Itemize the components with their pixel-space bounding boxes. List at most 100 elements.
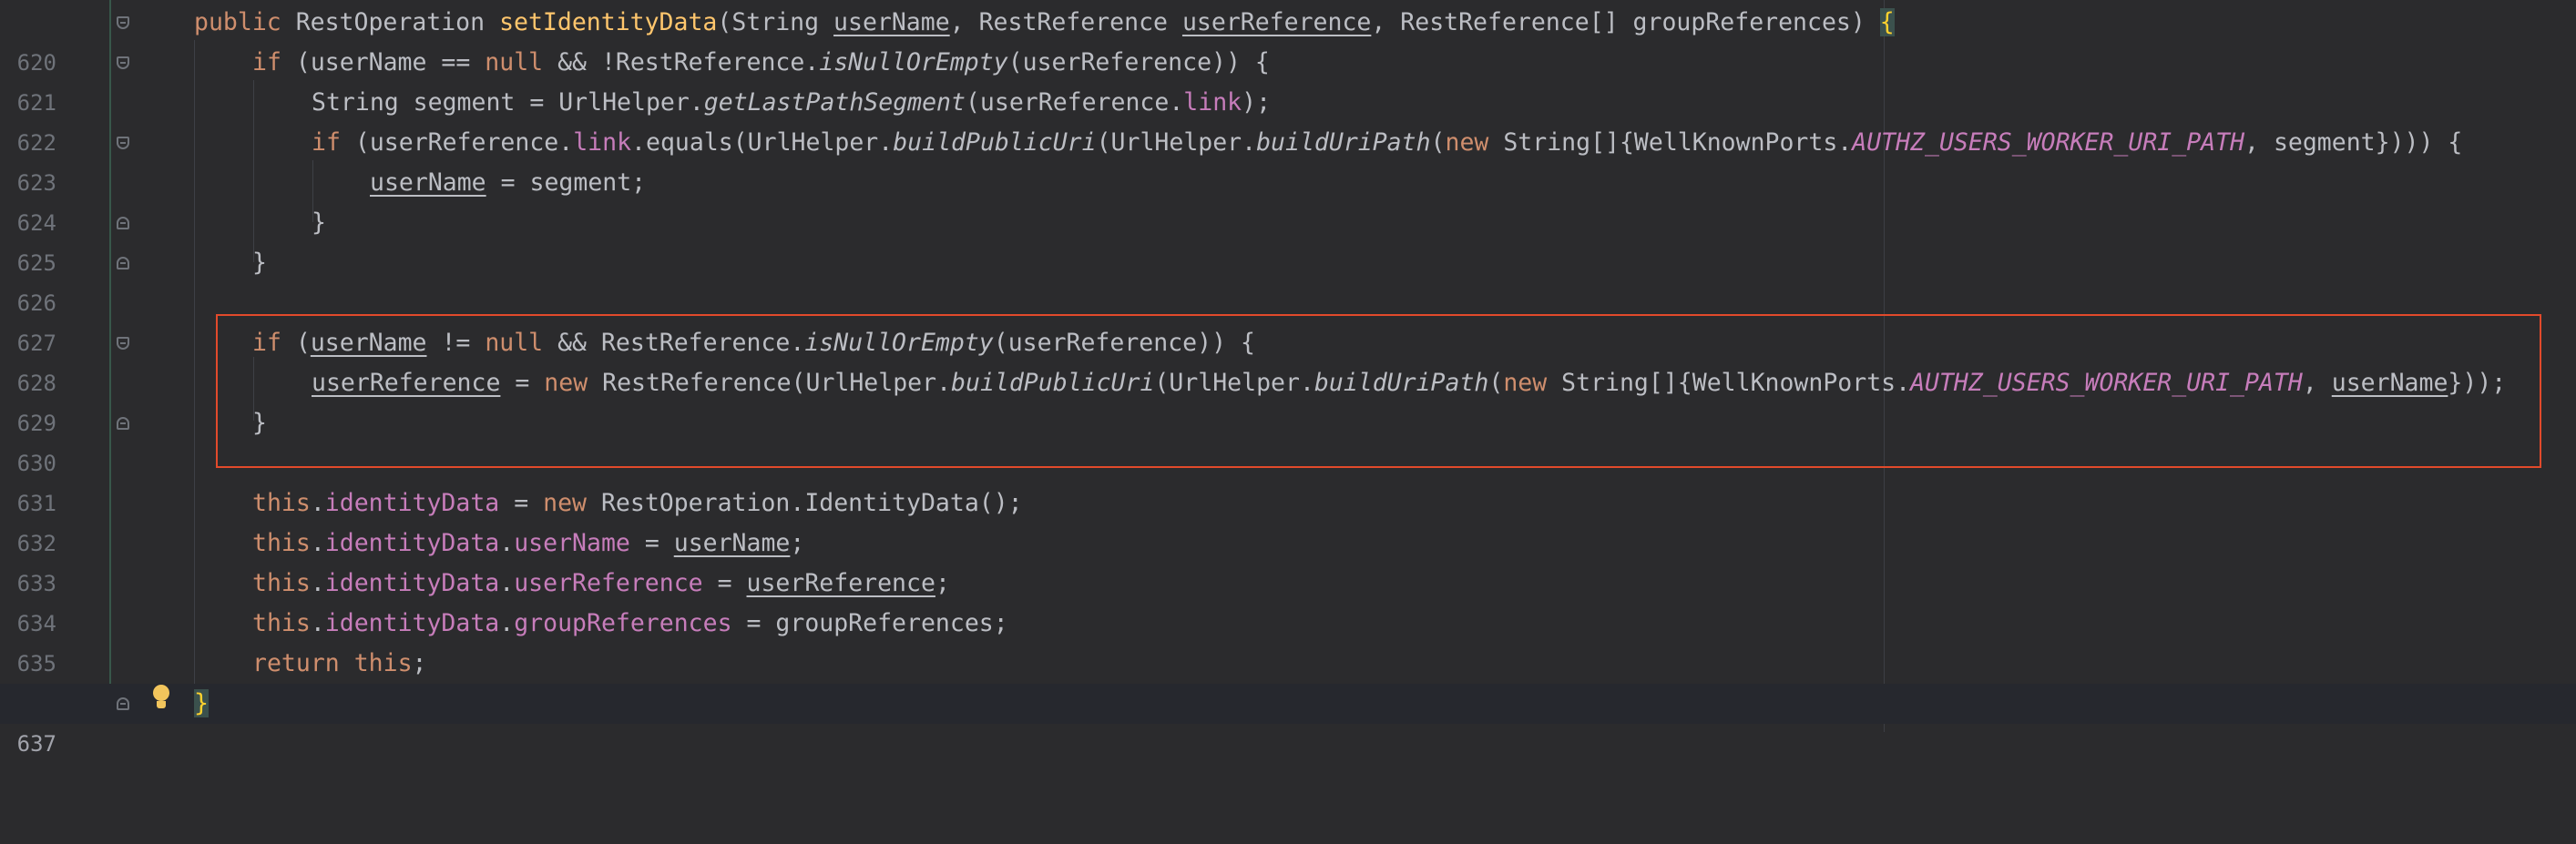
method-declaration[interactable]: setIdentityData [499,8,717,36]
code-token: RestOperation.IdentityData(); [587,489,1023,517]
code-line-624[interactable]: 624 userName = segment; [0,163,2576,236]
code-line-620[interactable]: 620 public RestOperation setIdentityData… [0,3,2576,76]
keyword: new [1503,369,1548,397]
keyword: if [312,128,341,157]
matched-brace: } [194,689,209,717]
fold-marker-icon[interactable] [117,137,129,149]
code-text[interactable]: } [252,243,267,283]
code-token: } [312,208,326,237]
static-method[interactable]: buildPublicUri [893,128,1096,157]
line-number[interactable]: 637 [0,724,56,764]
code-line-634[interactable]: 634 this.identityData.userReference = us… [0,564,2576,636]
keyword: null [485,48,544,76]
keyword: public [194,8,281,36]
code-line-622[interactable]: 622 String segment = UrlHelper.getLastPa… [0,83,2576,156]
fold-marker-icon[interactable] [117,697,129,710]
field[interactable]: link [573,128,631,157]
code-text[interactable]: } [252,403,267,443]
constant[interactable]: AUTHZ_USERS_WORKER_URI_PATH [1910,369,2303,397]
code-token: . [310,609,325,637]
field[interactable]: identityData [325,529,499,557]
code-line-633[interactable]: 633 this.identityData.userName = userNam… [0,524,2576,596]
static-method[interactable]: buildPublicUri [951,369,1154,397]
static-method[interactable]: getLastPathSegment [704,88,966,117]
fold-marker-icon[interactable] [117,417,129,430]
code-text[interactable]: userReference = new RestReference(UrlHel… [312,363,2506,403]
keyword: if [252,329,281,357]
code-text[interactable]: if (userReference.link.equals(UrlHelper.… [312,123,2462,163]
code-line-637[interactable]: 637 } [0,684,2576,757]
field[interactable]: userReference [514,569,702,597]
code-token: = groupReferences; [731,609,1008,637]
code-line-630[interactable]: 630 } [0,403,2576,476]
field[interactable]: identityData [325,609,499,637]
code-text[interactable]: this.identityData.userName = userName; [252,524,804,564]
code-text[interactable]: this.identityData = new RestOperation.Id… [252,483,1023,524]
lightbulb-glass [153,685,169,701]
fold-marker-icon[interactable] [117,337,129,350]
code-text[interactable]: this.identityData.groupReferences = grou… [252,604,1008,644]
code-text[interactable]: } [312,203,326,243]
field[interactable]: identityData [325,569,499,597]
keyword: this [252,569,311,597]
code-token: (userReference. [340,128,574,157]
code-token: (userReference)) { [1007,48,1270,76]
variable[interactable]: userName [674,529,791,557]
constant[interactable]: AUTHZ_USERS_WORKER_URI_PATH [1852,128,2244,157]
lightbulb-icon[interactable] [151,685,171,710]
code-token: (UrlHelper. [1154,369,1314,397]
variable[interactable]: userName [370,168,486,197]
code-token: (String [717,8,834,36]
parameter[interactable]: userReference [1182,8,1371,36]
code-line-628[interactable]: 628 if (userName != null && RestReferenc… [0,323,2576,396]
code-line-632[interactable]: 632 this.identityData = new RestOperatio… [0,483,2576,556]
code-text[interactable]: if (userName != null && RestReference.is… [252,323,1255,363]
code-token: ; [790,529,805,557]
variable[interactable]: userName [311,329,427,357]
code-line-629[interactable]: 629 userReference = new RestReference(Ur… [0,363,2576,436]
code-line-625[interactable]: 625 } [0,203,2576,276]
code-token: RestOperation [281,8,500,36]
code-text[interactable]: String segment = UrlHelper.getLastPathSe… [312,83,1271,123]
code-line-621[interactable]: 621 if (userName == null && !RestReferen… [0,43,2576,116]
fold-marker-icon[interactable] [117,56,129,69]
code-line-623[interactable]: 623 if (userReference.link.equals(UrlHel… [0,123,2576,196]
code-text[interactable]: this.identityData.userReference = userRe… [252,564,950,604]
code-token: != [426,329,486,357]
field[interactable]: groupReferences [514,609,731,637]
field[interactable]: identityData [325,489,499,517]
code-editor[interactable]: 620 public RestOperation setIdentityData… [0,0,2576,757]
static-method[interactable]: buildUriPath [1314,369,1488,397]
keyword: new [544,369,588,397]
variable[interactable]: userReference [312,369,500,397]
code-line-627[interactable]: 627 [0,283,2576,356]
static-method[interactable]: isNullOrEmpty [819,48,1007,76]
static-method[interactable]: isNullOrEmpty [804,329,993,357]
code-token: , [2302,369,2332,397]
code-text[interactable]: userName = segment; [370,163,646,203]
code-token: . [310,489,325,517]
fold-marker-icon[interactable] [117,217,129,229]
keyword: new [543,489,587,517]
static-method[interactable]: buildUriPath [1256,128,1430,157]
variable[interactable]: userName [2332,369,2448,397]
code-text[interactable]: if (userName == null && !RestReference.i… [252,43,1270,83]
fold-marker-icon[interactable] [117,16,129,29]
field[interactable]: link [1183,88,1242,117]
code-text[interactable]: public RestOperation setIdentityData(Str… [194,3,1895,43]
code-token: , RestReference[] groupReferences) [1371,8,1880,36]
code-line-631[interactable]: 631 [0,443,2576,516]
keyword: return [252,649,340,677]
code-text[interactable]: } [194,684,209,724]
keyword: if [252,48,281,76]
parameter[interactable]: userName [833,8,950,36]
fold-marker-icon[interactable] [117,257,129,269]
variable[interactable]: userReference [747,569,935,597]
code-line-626[interactable]: 626 } [0,243,2576,316]
code-token: , segment}))) { [2244,128,2463,157]
code-text[interactable]: return this; [252,644,427,684]
field[interactable]: userName [514,529,630,557]
code-line-636[interactable]: 636 return this; [0,644,2576,717]
code-line-635[interactable]: 635 this.identityData.groupReferences = … [0,604,2576,676]
code-token: })); [2448,369,2507,397]
